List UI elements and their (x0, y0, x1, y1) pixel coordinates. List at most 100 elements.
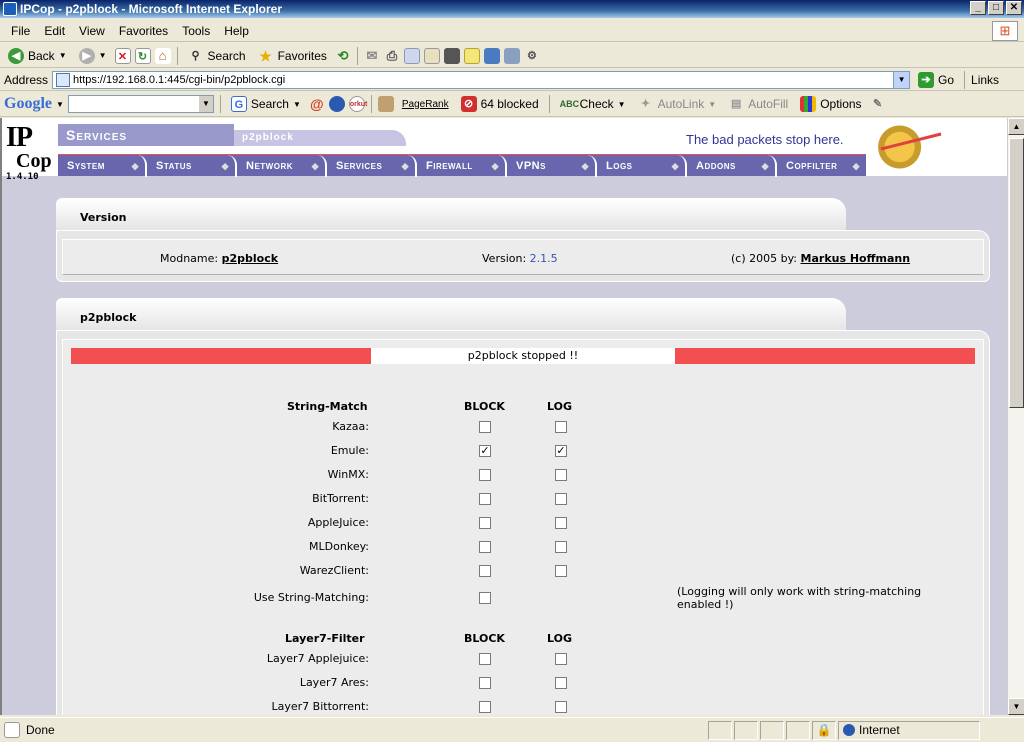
print-icon[interactable]: ⎙ (384, 48, 400, 64)
string-match-log-checkbox[interactable] (555, 541, 567, 553)
back-button[interactable]: ◀ Back ▼ (4, 45, 71, 67)
nav-firewall[interactable]: Firewall ◆ (417, 155, 507, 177)
layer7-log-checkbox[interactable] (555, 653, 567, 665)
star-icon: ★ (259, 47, 272, 64)
version-number: 2.1.5 (529, 252, 558, 265)
news-icon[interactable] (377, 96, 394, 112)
google-search-button[interactable]: G Search ▼ (227, 93, 305, 115)
menu-favorites[interactable]: Favorites (112, 24, 175, 38)
author-link[interactable]: Markus Hoffmann (801, 252, 911, 265)
history-icon[interactable]: ⟲ (335, 48, 351, 64)
favorites-button[interactable]: ★ Favorites (254, 45, 331, 67)
ipcop-logo[interactable]: IP Cop 1.4.10 (6, 124, 52, 183)
use-string-matching-checkbox[interactable] (479, 592, 491, 604)
tools-icon[interactable]: ⚙ (524, 48, 540, 64)
address-input[interactable]: https://192.168.0.1:445/cgi-bin/p2pblock… (52, 70, 911, 89)
string-match-block-checkbox[interactable] (479, 493, 491, 505)
nav-network[interactable]: Network ◆ (237, 155, 327, 177)
string-match-log-checkbox[interactable] (555, 469, 567, 481)
chevron-down-icon[interactable]: ▼ (893, 71, 910, 88)
layer7-block-checkbox[interactable] (479, 653, 491, 665)
menu-tools[interactable]: Tools (175, 24, 217, 38)
autolink-icon: ✦ (640, 98, 651, 110)
version-info-row: Modname: p2pblock Version: 2.1.5 (c) 200… (62, 239, 984, 275)
notes-icon[interactable] (463, 47, 480, 64)
discuss-icon[interactable] (423, 47, 440, 64)
chevron-down-icon[interactable]: ▼ (198, 96, 213, 112)
copyright-info: (c) 2005 by: Markus Hoffmann (731, 252, 911, 265)
string-match-log-checkbox[interactable] (555, 493, 567, 505)
go-button[interactable]: ➔ Go (914, 69, 958, 91)
menu-file[interactable]: File (4, 24, 37, 38)
p2pblock-panel-body: p2pblock stopped !! String-Match BLOCK L… (56, 330, 990, 715)
forward-arrow-icon: ▶ (78, 47, 95, 64)
pencil-icon[interactable]: ✎ (870, 96, 886, 112)
string-match-log-checkbox[interactable] (555, 565, 567, 577)
string-match-block-checkbox[interactable] (479, 541, 491, 553)
google-search-input[interactable]: ▼ (67, 95, 214, 113)
nav-addons[interactable]: Addons ◆ (687, 155, 777, 177)
string-match-block-checkbox[interactable] (479, 469, 491, 481)
orkut-icon[interactable]: orkut (348, 96, 367, 112)
scroll-thumb[interactable] (1009, 138, 1024, 408)
google-logo[interactable]: Google (4, 95, 52, 113)
vertical-scrollbar[interactable]: ▲ ▼ (1007, 118, 1024, 715)
spellcheck-button[interactable]: ABC Check ▼ (556, 93, 630, 115)
layer7-log-checkbox[interactable] (555, 677, 567, 689)
page-content: IP Cop 1.4.10 Services p2pblock The bad … (0, 118, 1007, 715)
security-zone[interactable]: Internet (838, 720, 980, 740)
nav-services[interactable]: Services ◆ (327, 155, 417, 177)
nav-copfilter[interactable]: Copfilter ◆ (777, 155, 866, 177)
layer7-label: Layer7 Bittorrent: (271, 700, 370, 713)
refresh-icon[interactable]: ↻ (134, 47, 151, 64)
nav-vpns[interactable]: VPNs ◆ (507, 155, 597, 177)
scroll-down-arrow-icon[interactable]: ▼ (1008, 698, 1024, 715)
toolbar-extra-icon[interactable] (443, 47, 460, 64)
edit-icon[interactable] (403, 47, 420, 64)
layer7-log-checkbox[interactable] (555, 701, 567, 713)
home-icon[interactable]: ⌂ (154, 47, 171, 64)
modname-link[interactable]: p2pblock (222, 252, 278, 265)
menu-edit[interactable]: Edit (37, 24, 72, 38)
mail-icon[interactable]: ✉ (364, 48, 380, 64)
nav-system[interactable]: System ◆ (58, 155, 147, 177)
log-column-header: LOG (547, 400, 572, 413)
window-title: IPCop - p2pblock - Microsoft Internet Ex… (20, 2, 283, 16)
popup-blocker-button[interactable]: ⊘ 64 blocked (457, 93, 543, 115)
spiral-icon[interactable]: @ (309, 96, 325, 112)
research-icon[interactable] (503, 47, 520, 64)
forward-button[interactable]: ▶ ▼ (75, 45, 111, 67)
string-match-block-checkbox[interactable]: ✓ (479, 445, 491, 457)
menu-view[interactable]: View (72, 24, 112, 38)
string-match-log-checkbox[interactable]: ✓ (555, 445, 567, 457)
menu-help[interactable]: Help (217, 24, 256, 38)
close-button[interactable]: ✕ (1006, 1, 1022, 15)
string-match-log-checkbox[interactable] (555, 421, 567, 433)
globe-icon[interactable] (328, 96, 345, 112)
layer7-block-checkbox[interactable] (479, 677, 491, 689)
messenger-icon[interactable] (483, 47, 500, 64)
stop-icon[interactable]: ✕ (114, 47, 131, 64)
string-match-block-checkbox[interactable] (479, 517, 491, 529)
main-nav: System ◆ Status ◆ Network ◆ Services ◆ Firew… (58, 154, 866, 177)
go-arrow-icon: ➔ (918, 71, 935, 88)
autolink-button[interactable]: ✦ AutoLink ▼ (634, 93, 721, 115)
layer7-log-header: LOG (547, 632, 572, 645)
autofill-button[interactable]: ▤ AutoFill (724, 93, 792, 115)
nav-status[interactable]: Status ◆ (147, 155, 237, 177)
links-button[interactable]: Links (971, 73, 999, 87)
layer7-block-checkbox[interactable] (479, 701, 491, 713)
options-button[interactable]: Options (796, 93, 865, 115)
p2pblock-panel: p2pblock p2pblock stopped !! String-Matc… (56, 298, 990, 715)
maximize-button[interactable]: □ (988, 1, 1004, 15)
chevron-down-icon[interactable]: ▼ (56, 100, 64, 109)
nav-logs[interactable]: Logs ◆ (597, 155, 687, 177)
lock-icon[interactable]: 🔒 (812, 720, 836, 740)
string-match-block-checkbox[interactable] (479, 565, 491, 577)
scroll-up-arrow-icon[interactable]: ▲ (1008, 118, 1024, 135)
ie-icon (3, 2, 17, 16)
minimize-button[interactable]: _ (970, 1, 986, 15)
string-match-log-checkbox[interactable] (555, 517, 567, 529)
string-match-block-checkbox[interactable] (479, 421, 491, 433)
search-button[interactable]: ⚲ Search (184, 45, 250, 67)
